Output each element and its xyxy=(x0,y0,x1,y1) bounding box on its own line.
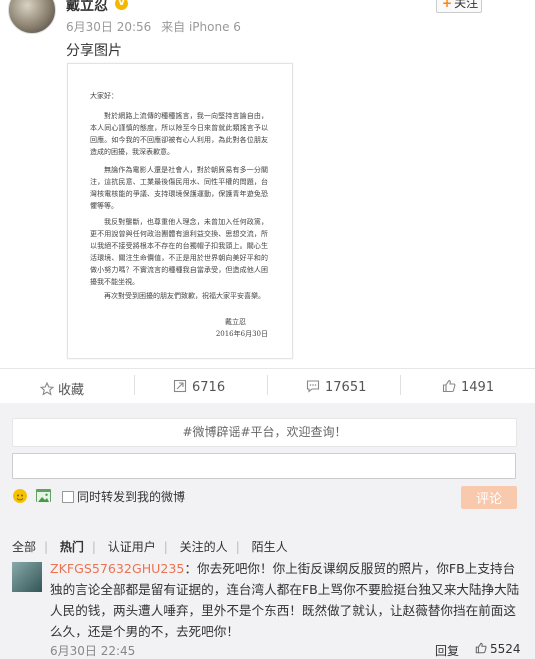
comment-icon xyxy=(306,380,320,393)
divider: | xyxy=(163,540,168,554)
repost-checkbox-label: 同时转发到我的微博 xyxy=(77,490,186,504)
repost-icon xyxy=(173,379,187,393)
divider: | xyxy=(91,540,96,554)
verified-badge-icon: V xyxy=(115,0,128,10)
repost-count: 6716 xyxy=(192,380,226,395)
divider: | xyxy=(235,540,240,554)
doc-date: 2016年6月30日 xyxy=(215,330,268,338)
divider: | xyxy=(44,540,49,554)
star-icon xyxy=(39,381,55,396)
reply-button[interactable]: 回复 xyxy=(435,642,459,659)
doc-paragraph-3: 我反對壟斷，也尊重他人理念，未曾加入任何政黨，更不用說曾與任何政治團體有過利益交… xyxy=(90,218,268,286)
follow-label: 关注 xyxy=(454,0,479,10)
post-source[interactable]: 来自 iPhone 6 xyxy=(161,20,241,34)
filter-all[interactable]: 全部 xyxy=(12,540,36,554)
rumor-notice-link[interactable]: #微博辟谣#平台，欢迎查询！ xyxy=(12,418,517,447)
divider xyxy=(267,375,268,395)
doc-signature: 戴立忍 xyxy=(225,318,246,326)
like-button[interactable]: 1491 xyxy=(442,379,494,395)
filter-hot[interactable]: 热门 xyxy=(60,540,84,554)
thumbs-up-icon xyxy=(475,642,487,654)
repost-button[interactable]: 6716 xyxy=(173,379,225,395)
emoji-icon[interactable] xyxy=(13,489,27,503)
repost-checkbox[interactable] xyxy=(62,491,74,503)
like-icon xyxy=(442,379,456,393)
comment-like-button[interactable]: 5524 xyxy=(475,642,521,656)
comment-time: 6月30日 22:45 xyxy=(50,644,136,658)
post-meta: 6月30日 20:56 来自 iPhone 6 xyxy=(66,18,241,35)
filter-verified[interactable]: 认证用户 xyxy=(108,540,156,554)
doc-paragraph-4: 再次對受到困擾的朋友們致歉，祝福大家平安喜樂。 xyxy=(104,292,265,300)
filter-following[interactable]: 关注的人 xyxy=(180,540,228,554)
divider xyxy=(0,368,535,369)
follow-button[interactable]: + 关注 xyxy=(436,0,482,13)
comment-count: 17651 xyxy=(325,380,367,395)
comment-submit-button[interactable]: 评论 xyxy=(461,486,517,509)
post-time[interactable]: 6月30日 20:56 xyxy=(66,20,151,34)
author-avatar[interactable] xyxy=(8,0,56,34)
comment-like-count: 5524 xyxy=(490,642,521,656)
comment-input[interactable] xyxy=(12,453,516,479)
shared-document-image[interactable]: 大家好： 對於網路上流傳的種種謠言，我一向堅持言論自由，本人同心謹慎的態度，所以… xyxy=(67,63,293,359)
divider xyxy=(134,375,135,395)
comment-item: ZKFGS57632GHU235：你去死吧你！你上街反课纲反服贸的照片，你FB上… xyxy=(50,558,520,642)
commenter-avatar[interactable] xyxy=(12,562,42,592)
favorite-label: 收藏 xyxy=(58,383,85,398)
doc-paragraph-2: 無論作為電影人還是社會人，對於朝貿易有多一分關注，這抗民意、工業最後傷民用水、同… xyxy=(90,166,268,210)
doc-greeting: 大家好： xyxy=(90,92,118,100)
post-text: 分享图片 xyxy=(66,43,122,59)
doc-paragraph-1: 對於網路上流傳的種種謠言，我一向堅持言論自由，本人同心謹慎的態度，所以除至今日來… xyxy=(90,112,268,156)
favorite-button[interactable]: 收藏 xyxy=(39,379,85,398)
plus-icon: + xyxy=(442,0,453,10)
divider xyxy=(400,375,401,395)
commenter-name[interactable]: ZKFGS57632GHU235 xyxy=(50,561,184,576)
author-name[interactable]: 戴立忍 xyxy=(66,0,108,15)
like-count: 1491 xyxy=(461,380,495,395)
comment-filter-bar: 全部 | 热门 | 认证用户 | 关注的人 | 陌生人 xyxy=(12,538,296,555)
filter-strangers[interactable]: 陌生人 xyxy=(252,540,288,554)
comment-button[interactable]: 17651 xyxy=(306,379,366,395)
picture-icon[interactable] xyxy=(36,489,51,503)
